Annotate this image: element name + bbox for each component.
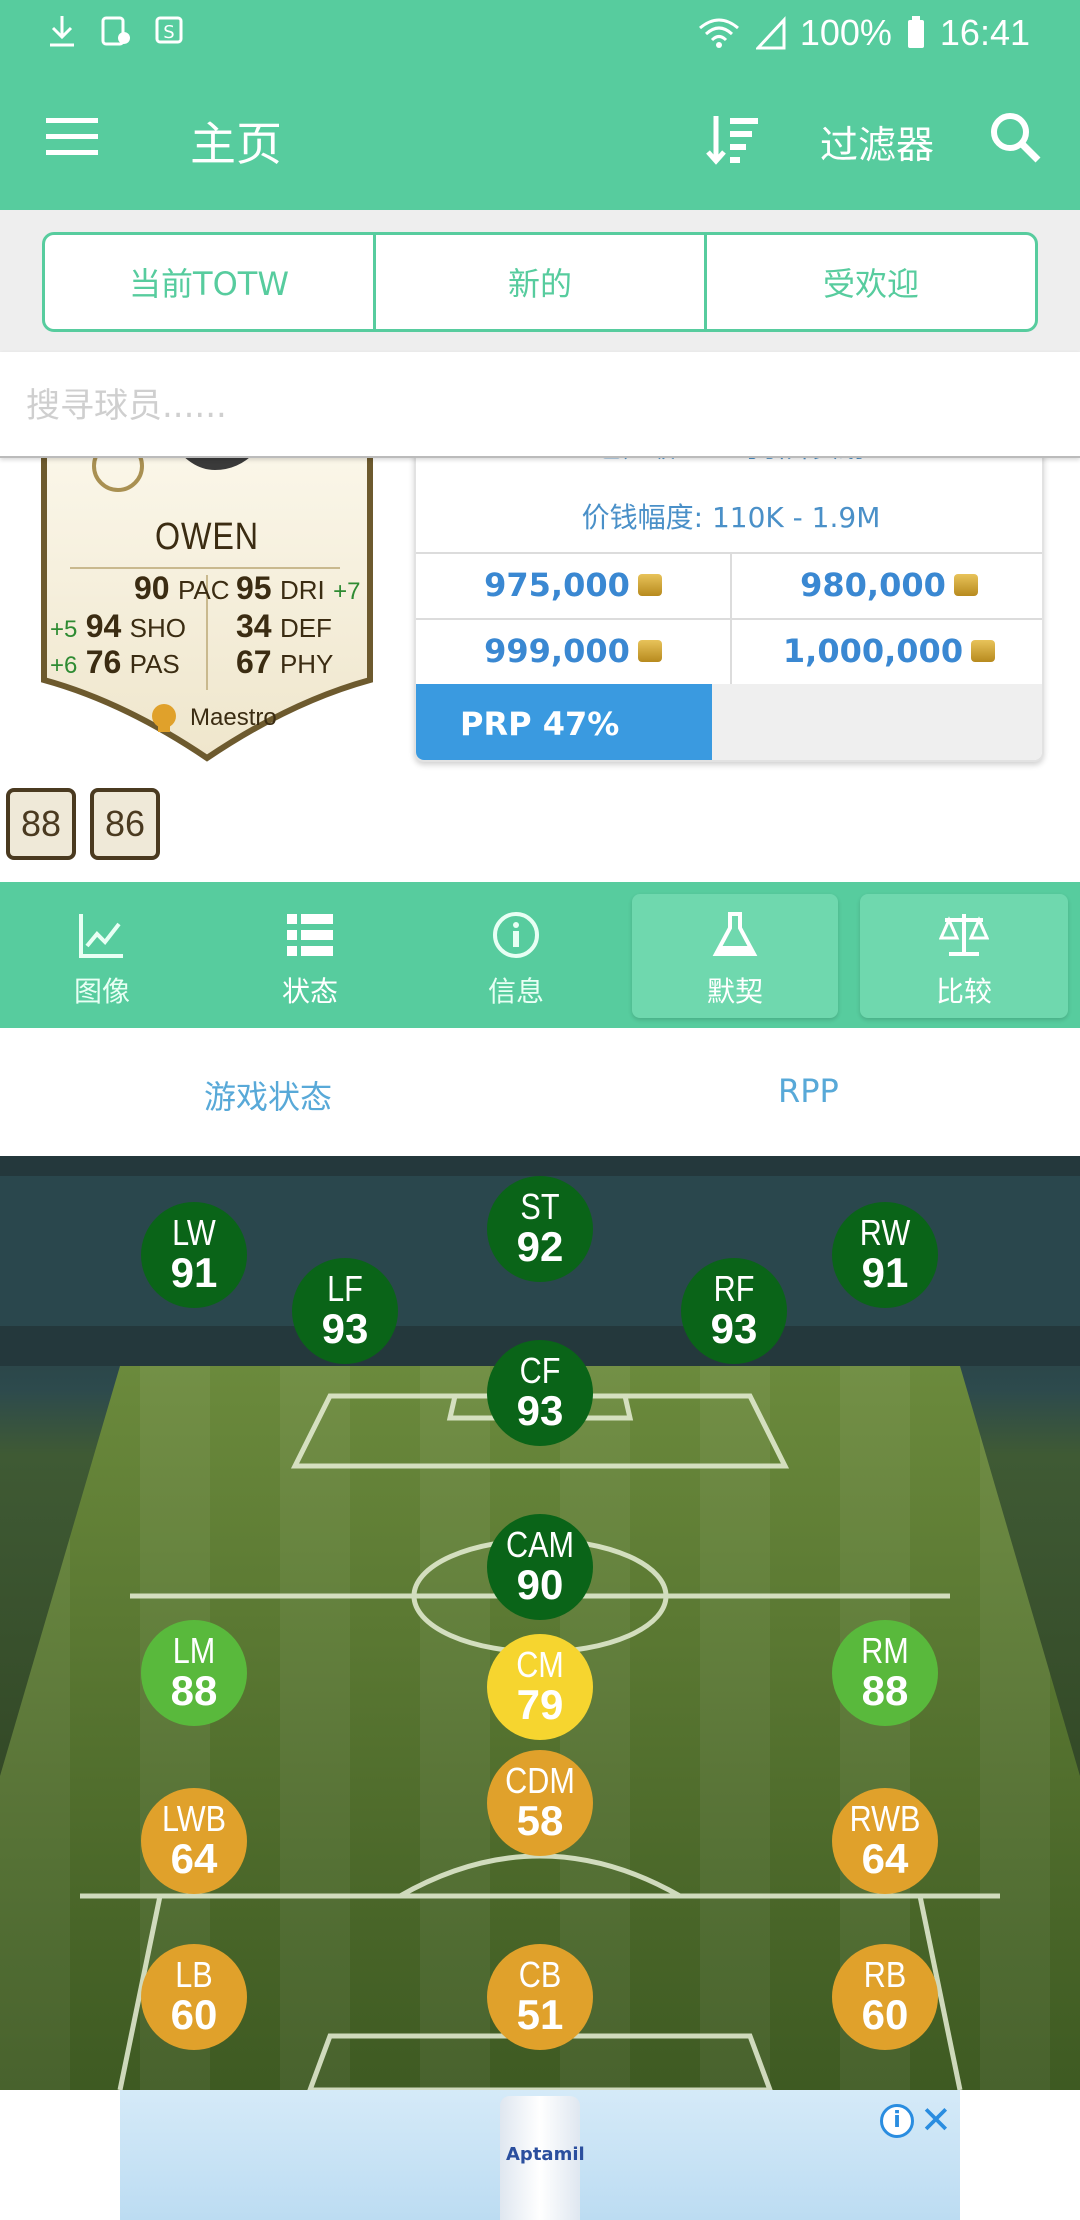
nav-info[interactable]: 信息 <box>416 882 616 1028</box>
alt-card-rating[interactable]: 86 <box>90 788 160 860</box>
alt-card-rating[interactable]: 88 <box>6 788 76 860</box>
wifi-icon <box>698 18 739 48</box>
detail-nav: 图像 状态 信息 默契 比较 <box>0 882 1080 1028</box>
tab-current-totw[interactable]: 当前TOTW <box>45 235 376 329</box>
price-value: 980,000 <box>732 552 1042 616</box>
battery-icon <box>907 16 924 48</box>
position-rw: RW 91 <box>832 1202 938 1308</box>
coin-icon <box>971 640 996 662</box>
position-lb: LB 60 <box>141 1944 247 2050</box>
tab-rpp[interactable]: RPP <box>778 1072 839 1110</box>
alt-card-versions: 88 86 <box>6 788 160 860</box>
price-panel: 已声级 · … 可引升页划 价钱幅度: 110K - 1.9M 975,000 … <box>414 440 1044 762</box>
search-input[interactable] <box>26 376 1026 436</box>
notification-icons: S <box>46 14 186 48</box>
battery-percent: 100% <box>799 12 892 53</box>
prp-bar: PRP 47% <box>416 684 712 760</box>
ad-banner[interactable]: Aptamil i ✕ <box>120 2090 960 2220</box>
tabs-container: 当前TOTW 新的 受欢迎 <box>0 210 1080 352</box>
position-cam: CAM 90 <box>487 1514 593 1620</box>
position-cm: CM 79 <box>487 1634 593 1740</box>
position-lw: LW 91 <box>141 1202 247 1308</box>
stat-def: 34 DEF <box>236 608 332 644</box>
tab-new[interactable]: 新的 <box>376 235 707 329</box>
app-s-icon: S <box>155 16 183 44</box>
status-right: 100% 16:41 <box>696 12 1030 54</box>
coin-icon <box>953 574 978 596</box>
nav-compare[interactable]: 比较 <box>860 894 1068 1018</box>
position-rwb: RWB 64 <box>832 1788 938 1894</box>
nav-chemistry[interactable]: 默契 <box>632 894 838 1018</box>
screen-record-icon <box>101 16 130 46</box>
player-name: OWEN <box>155 516 259 558</box>
stat-phy: 67 PHY <box>236 644 334 680</box>
svg-text:S: S <box>163 22 174 43</box>
position-st: ST 92 <box>487 1176 593 1282</box>
tab-game-stats[interactable]: 游戏状态 <box>204 1072 332 1118</box>
position-rm: RM 88 <box>832 1620 938 1726</box>
info-icon <box>493 912 539 958</box>
stat-dri: 95 DRI +7 <box>236 570 361 606</box>
player-card[interactable]: OWEN 90 PAC 95 DRI +7 +5 94 SHO 34 DEF +… <box>40 440 374 770</box>
download-icon <box>50 16 74 47</box>
segmented-tabs: 当前TOTW 新的 受欢迎 <box>42 232 1038 332</box>
sort-icon[interactable] <box>706 112 762 168</box>
nav-graph[interactable]: 图像 <box>2 882 202 1028</box>
list-icon <box>287 914 333 956</box>
prp-bar-track <box>712 684 1042 760</box>
filter-button[interactable]: 过滤器 <box>820 114 934 169</box>
chem-style-label: Maestro <box>190 704 277 731</box>
stat-pac: 90 PAC <box>134 570 230 606</box>
price-value: 999,000 <box>416 618 730 682</box>
position-rb: RB 60 <box>832 1944 938 2050</box>
page-title: 主页 <box>190 117 282 171</box>
coin-icon <box>637 640 662 662</box>
price-value: 975,000 <box>416 552 730 616</box>
search-bar <box>0 352 1080 458</box>
clock: 16:41 <box>939 12 1030 53</box>
position-rf: RF 93 <box>681 1258 787 1364</box>
tab-popular[interactable]: 受欢迎 <box>707 235 1035 329</box>
stat-pas: +6 76 PAS <box>50 644 180 680</box>
app-bar: 主页 过滤器 <box>0 68 1080 210</box>
position-lf: LF 93 <box>292 1258 398 1364</box>
signal-icon <box>755 16 786 50</box>
menu-icon[interactable] <box>46 116 98 158</box>
flask-icon <box>712 912 758 956</box>
nav-stats[interactable]: 状态 <box>210 882 410 1028</box>
sub-tabs: 游戏状态 RPP <box>0 1028 1080 1156</box>
position-lwb: LWB 64 <box>141 1788 247 1894</box>
scale-icon <box>939 914 989 956</box>
chart-icon <box>79 914 123 958</box>
status-bar: S 100% 16:41 <box>0 0 1080 68</box>
ad-product-name: Aptamil <box>506 2144 585 2165</box>
price-value: 1,000,000 <box>732 618 1042 682</box>
price-range: 价钱幅度: 110K - 1.9M <box>581 501 881 534</box>
stat-sho: +5 94 SHO <box>50 608 186 644</box>
search-icon[interactable] <box>988 110 1044 166</box>
coin-icon <box>637 574 662 596</box>
divider <box>730 552 732 686</box>
ad-info-icon[interactable]: i <box>880 2104 914 2138</box>
position-ratings-pitch: ST 92 LW 91 RW 91 LF 93 RF 93 CF 93 CAM 90 LM 88… <box>0 1156 1080 2090</box>
ad-close-icon[interactable]: ✕ <box>920 2098 952 2142</box>
position-cf: CF 93 <box>487 1340 593 1446</box>
position-cb: CB 51 <box>487 1944 593 2050</box>
position-cdm: CDM 58 <box>487 1750 593 1856</box>
chem-style-icon <box>152 704 176 732</box>
position-lm: LM 88 <box>141 1620 247 1726</box>
